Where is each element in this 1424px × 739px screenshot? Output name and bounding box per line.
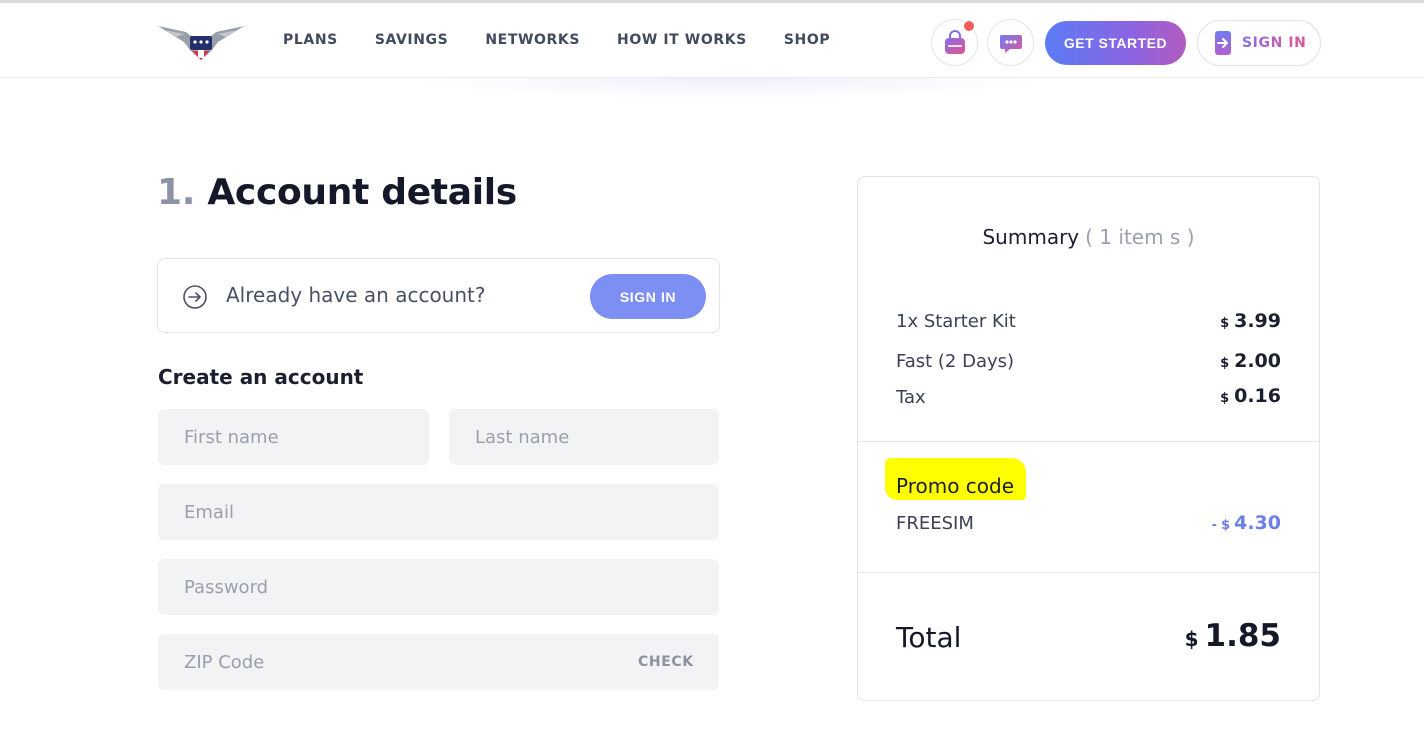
nav-savings[interactable]: SAVINGS (375, 32, 449, 48)
last-name-input[interactable] (449, 409, 719, 465)
existing-account-prompt: Already have an account? (226, 283, 486, 307)
line-item-label: Fast (2 Days) (896, 351, 1015, 372)
discount-prefix: - (1211, 518, 1218, 533)
zip-code-input[interactable] (158, 634, 719, 690)
first-name-input[interactable] (158, 409, 429, 465)
chat-icon (999, 34, 1022, 53)
existing-account-card: Already have an account? SIGN IN (157, 258, 720, 333)
circle-arrow-icon (183, 285, 207, 309)
cart-button[interactable] (931, 19, 978, 66)
main-nav: PLANS SAVINGS NETWORKS HOW IT WORKS SHOP (283, 32, 867, 48)
line-item-label: Tax (896, 387, 926, 408)
promo-code-label: Promo code (896, 474, 1015, 498)
line-item-amount: 2.00 (1234, 350, 1281, 372)
top-navbar: PLANS SAVINGS NETWORKS HOW IT WORKS SHOP… (0, 3, 1424, 78)
total-amount: 1.85 (1204, 618, 1282, 654)
sign-in-arrow-icon (1215, 31, 1231, 55)
currency-symbol: $ (1221, 518, 1231, 533)
currency-symbol: $ (1220, 391, 1230, 406)
summary-item-count: ( 1 item s ) (1085, 225, 1195, 249)
discount-amount: 4.30 (1234, 512, 1281, 534)
get-started-button[interactable]: GET STARTED (1045, 21, 1186, 65)
promo-discount: - $4.30 (1212, 512, 1281, 534)
nav-how-it-works[interactable]: HOW IT WORKS (617, 32, 747, 48)
page-title-text: Account details (207, 172, 517, 213)
line-item-value: $3.99 (1220, 310, 1281, 332)
header-sign-in-button[interactable]: SIGN IN (1197, 20, 1321, 66)
password-input[interactable] (158, 559, 719, 615)
notification-dot (962, 19, 976, 33)
eagle-logo[interactable] (156, 20, 246, 62)
chat-button[interactable] (987, 19, 1034, 66)
step-number: 1. (157, 172, 196, 213)
total-value: $1.85 (1185, 618, 1281, 654)
line-item-amount: 0.16 (1234, 385, 1281, 407)
currency-symbol: $ (1220, 316, 1230, 331)
page-title: 1. Account details (157, 172, 517, 213)
summary-divider (858, 572, 1319, 573)
check-zip-button[interactable]: CHECK (638, 654, 694, 670)
summary-divider (858, 441, 1319, 442)
summary-title: Summary( 1 item s ) (858, 225, 1319, 249)
currency-symbol: $ (1220, 356, 1230, 371)
create-account-heading: Create an account (158, 365, 364, 389)
promo-code-value: FREESIM (896, 513, 974, 534)
nav-networks[interactable]: NETWORKS (485, 32, 580, 48)
nav-plans[interactable]: PLANS (283, 32, 338, 48)
nav-shop[interactable]: SHOP (784, 32, 830, 48)
line-item-value: $2.00 (1220, 350, 1281, 372)
order-summary-card: Summary( 1 item s ) 1x Starter Kit $3.99… (857, 176, 1320, 701)
email-input[interactable] (158, 484, 719, 540)
total-label: Total (896, 621, 962, 654)
sign-in-button[interactable]: SIGN IN (590, 274, 706, 319)
summary-title-text: Summary (982, 225, 1080, 249)
currency-symbol: $ (1184, 627, 1199, 651)
line-item-value: $0.16 (1220, 385, 1281, 407)
line-item-amount: 3.99 (1234, 310, 1281, 332)
line-item-label: 1x Starter Kit (896, 311, 1016, 332)
shopping-bag-icon (944, 29, 965, 54)
navbar-shadow (410, 78, 1050, 100)
header-sign-in-label: SIGN IN (1242, 35, 1307, 51)
